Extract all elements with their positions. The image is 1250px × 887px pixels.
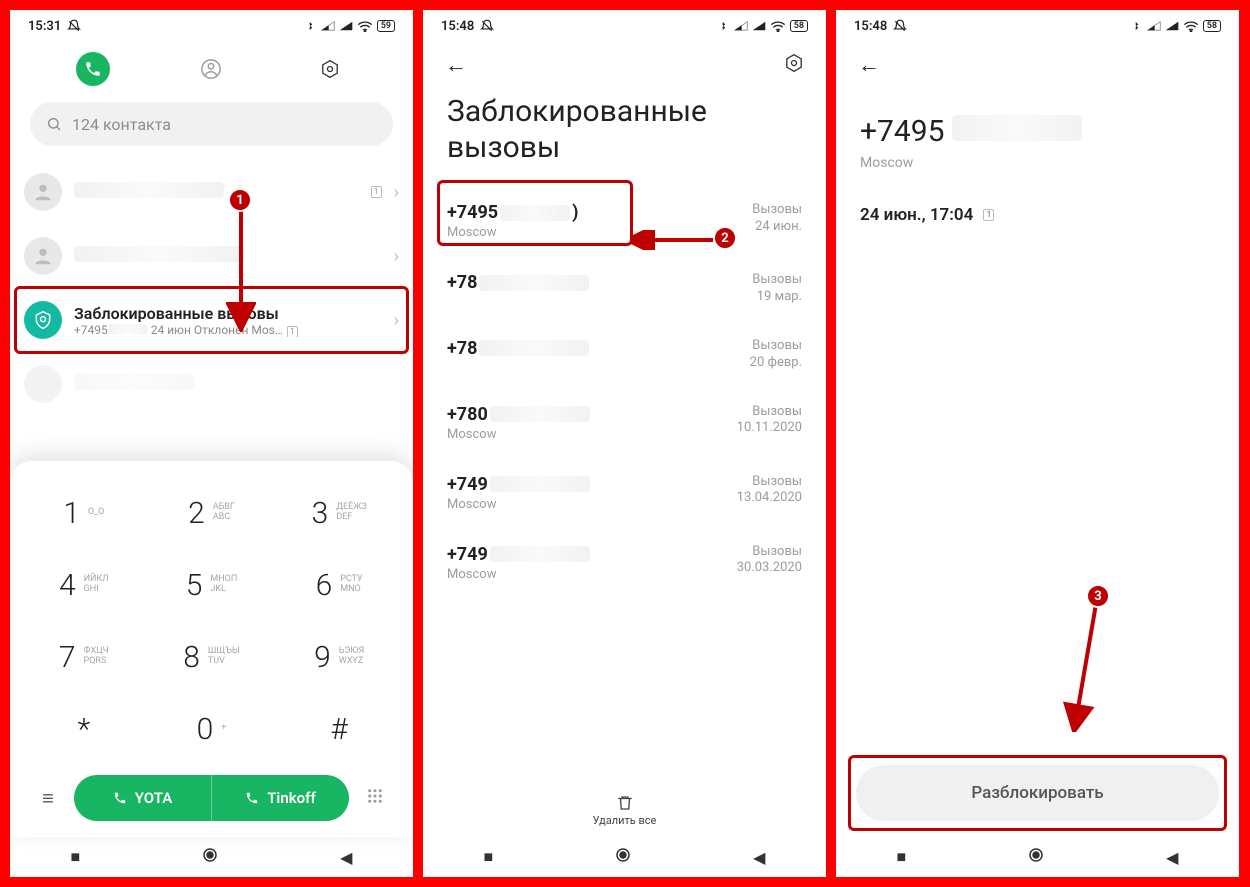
android-navbar: ■ ◀: [836, 837, 1239, 877]
status-icons: 59: [307, 20, 395, 32]
blocked-number-row[interactable]: +78 Вызовы20 февр.: [447, 322, 802, 388]
annotation-arrow: [1058, 604, 1108, 732]
annotation-arrow: [226, 206, 256, 332]
nav-home-icon[interactable]: [201, 846, 219, 868]
battery-icon: 58: [790, 20, 808, 32]
search-placeholder: 124 контакта: [72, 115, 171, 134]
dial-key-star[interactable]: *: [20, 693, 148, 765]
blocked-calls-row[interactable]: Заблокированные вызовы +7495 24 июн Откл…: [24, 288, 399, 352]
dial-key-1[interactable]: 1О_О: [20, 477, 148, 549]
avatar-icon: [24, 365, 62, 403]
settings-icon[interactable]: [784, 53, 804, 77]
delete-all-button[interactable]: Удалить все: [423, 794, 826, 827]
call-log-row[interactable]: [24, 352, 399, 416]
dial-key-5[interactable]: 5МНОПJKL: [148, 549, 276, 621]
call-log-row[interactable]: 1 ›: [24, 160, 399, 224]
status-time: 15:31: [28, 19, 61, 34]
dnd-icon: [480, 19, 494, 33]
blocked-number-row[interactable]: +749Moscow Вызовы13.04.2020: [447, 458, 802, 528]
annotation-arrow: [631, 230, 717, 250]
nav-home-icon[interactable]: [1027, 846, 1045, 868]
nav-back-icon[interactable]: ◀: [340, 848, 352, 867]
sim-badge: 1: [371, 186, 382, 198]
status-bar: 15:31 59: [10, 10, 413, 38]
dnd-icon: [893, 19, 907, 33]
chevron-right-icon: ›: [394, 246, 399, 267]
android-navbar: ■ ◀: [423, 837, 826, 877]
dial-key-6[interactable]: 6РСТУMNO: [275, 549, 403, 621]
tab-recent-calls[interactable]: [76, 52, 110, 86]
unblock-button[interactable]: Разблокировать: [856, 765, 1219, 821]
call-button-sim1[interactable]: YOTA: [74, 775, 211, 821]
back-button[interactable]: ←: [858, 52, 880, 78]
annotation-badge-1: 1: [228, 188, 252, 212]
search-input[interactable]: 124 контакта: [30, 102, 393, 146]
nav-recent-icon[interactable]: ■: [897, 847, 907, 867]
avatar-icon: [24, 237, 62, 275]
blocked-number-row[interactable]: +780Moscow Вызовы10.11.2020: [447, 388, 802, 458]
call-button-sim2[interactable]: Tinkoff: [211, 775, 349, 821]
call-log-entry[interactable]: 24 июн., 17:041: [836, 171, 1239, 259]
status-bar: 15:48 58: [836, 10, 1239, 38]
screen-blocked-list: 15:48 58 ← Заблокированные вызовы +7495)…: [423, 10, 826, 877]
status-icons: 58: [720, 20, 808, 32]
dial-key-4[interactable]: 4ИЙКЛGHI: [20, 549, 148, 621]
android-navbar: ■ ◀: [10, 837, 413, 877]
avatar-icon: [24, 173, 62, 211]
dial-key-0[interactable]: 0+: [148, 693, 276, 765]
dial-key-9[interactable]: 9ЬЭЮЯWXYZ: [275, 621, 403, 693]
number-display: +7495: [860, 114, 944, 149]
status-time: 15:48: [854, 19, 887, 34]
annotation-badge-3: 3: [1086, 584, 1110, 608]
nav-back-icon[interactable]: ◀: [753, 848, 765, 867]
dial-key-2[interactable]: 2АБВГABC: [148, 477, 276, 549]
dial-key-7[interactable]: 7ФХЦЧPQRS: [20, 621, 148, 693]
top-tabs: [10, 38, 413, 96]
screen-number-detail: 15:48 58 ← +7495 Moscow 24 июн., 17:041 …: [836, 10, 1239, 877]
dial-key-hash[interactable]: #: [275, 693, 403, 765]
phone-icon: [113, 791, 127, 805]
blocked-number-row[interactable]: +7495) Moscow Вызовы24 июн.: [447, 186, 802, 256]
chevron-right-icon: ›: [394, 310, 399, 331]
tab-settings-icon[interactable]: [313, 52, 347, 86]
dial-key-3[interactable]: 3ДЕЁЖЗDEF: [275, 477, 403, 549]
status-icons: 58: [1133, 20, 1221, 32]
back-button[interactable]: ←: [445, 52, 467, 78]
shield-icon: [24, 301, 62, 339]
number-blur: [952, 115, 1082, 141]
trash-icon: [616, 794, 634, 812]
number-city: Moscow: [836, 155, 1239, 171]
dialpad: 1О_О 2АБВГABC 3ДЕЁЖЗDEF 4ИЙКЛGHI 5МНОПJK…: [10, 461, 413, 837]
screen-dialer: 15:31 59 124 контакта: [10, 10, 413, 877]
menu-icon[interactable]: ≡: [34, 786, 62, 811]
annotation-badge-2: 2: [713, 226, 737, 250]
nav-recent-icon[interactable]: ■: [71, 847, 81, 867]
page-title: Заблокированные вызовы: [423, 84, 826, 186]
dial-key-8[interactable]: 8ШЩЪЫTUV: [148, 621, 276, 693]
call-log-row[interactable]: ›: [24, 224, 399, 288]
chevron-right-icon: ›: [394, 182, 399, 203]
status-bar: 15:48 58: [423, 10, 826, 38]
battery-icon: 58: [1203, 20, 1221, 32]
nav-recent-icon[interactable]: ■: [484, 847, 494, 867]
nav-home-icon[interactable]: [614, 846, 632, 868]
tab-contacts[interactable]: [194, 52, 228, 86]
search-icon: [46, 116, 62, 132]
battery-icon: 59: [377, 20, 395, 32]
phone-icon: [245, 791, 259, 805]
dnd-icon: [67, 19, 81, 33]
status-time: 15:48: [441, 19, 474, 34]
blocked-number-row[interactable]: +78 Вызовы19 мар.: [447, 256, 802, 322]
blocked-number-row[interactable]: +749Moscow Вызовы30.03.2020: [447, 528, 802, 598]
nav-back-icon[interactable]: ◀: [1166, 848, 1178, 867]
dialpad-toggle-icon[interactable]: [361, 787, 389, 809]
